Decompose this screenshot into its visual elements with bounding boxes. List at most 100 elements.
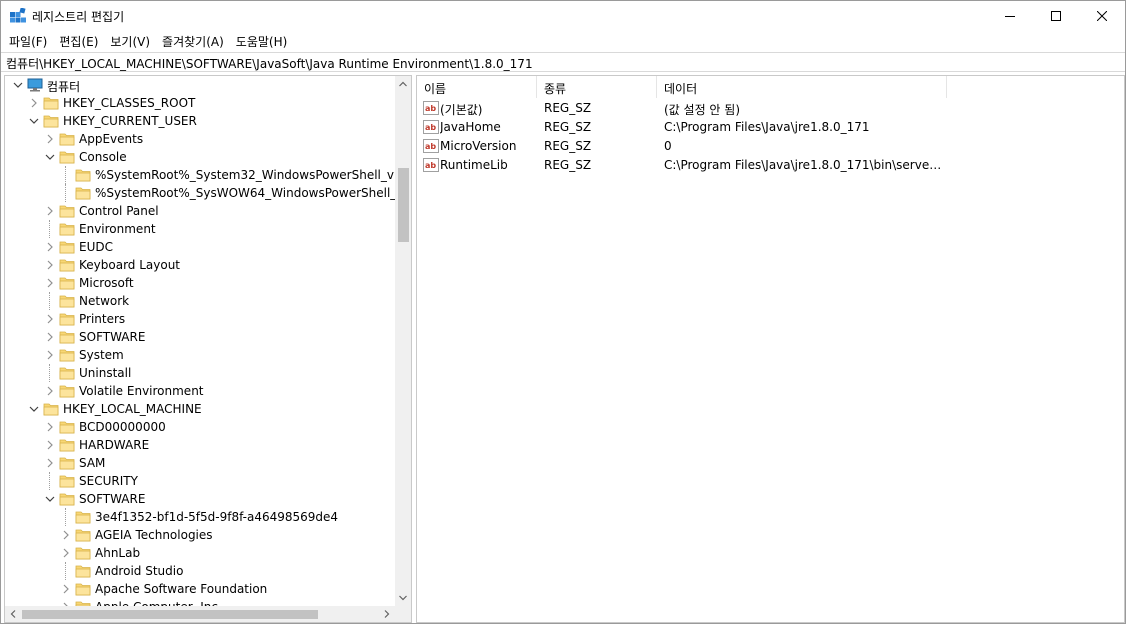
minimize-button[interactable]	[987, 1, 1033, 31]
tree-connector	[49, 364, 50, 382]
scroll-left-icon[interactable]	[5, 606, 21, 622]
scroll-right-icon[interactable]	[379, 606, 395, 622]
tree-item[interactable]: Console	[5, 148, 395, 166]
tree-item[interactable]: Microsoft	[5, 274, 395, 292]
menu-file[interactable]: 파일(F)	[4, 31, 54, 51]
tree-item[interactable]: Apple Computer, Inc.	[5, 598, 395, 606]
folder-icon	[75, 583, 91, 596]
chevron-right-icon[interactable]	[45, 134, 55, 144]
menu-view[interactable]: 보기(V)	[105, 31, 157, 51]
value-row[interactable]: ab MicroVersion REG_SZ 0	[417, 137, 1124, 156]
tree-item[interactable]: AhnLab	[5, 544, 395, 562]
chevron-right-icon[interactable]	[45, 332, 55, 342]
chevron-right-icon[interactable]	[29, 98, 39, 108]
chevron-down-icon[interactable]	[13, 80, 23, 90]
chevron-right-icon[interactable]	[61, 548, 71, 558]
chevron-right-icon[interactable]	[45, 242, 55, 252]
title-bar[interactable]: 레지스트리 편집기	[1, 1, 1125, 31]
tree-item[interactable]: SECURITY	[5, 472, 395, 490]
tree-item[interactable]: HARDWARE	[5, 436, 395, 454]
folder-icon	[75, 169, 91, 182]
value-row[interactable]: ab JavaHome REG_SZ C:\Program Files\Java\jr…	[417, 118, 1124, 137]
tree-item[interactable]: SOFTWARE	[5, 490, 395, 508]
tree-item[interactable]: HKEY_CURRENT_USER	[5, 112, 395, 130]
tree-item[interactable]: Control Panel	[5, 202, 395, 220]
column-header-type[interactable]: 종류	[537, 76, 657, 98]
tree-item[interactable]: Uninstall	[5, 364, 395, 382]
chevron-right-icon[interactable]	[45, 350, 55, 360]
tree-item[interactable]: Network	[5, 292, 395, 310]
tree-item-label: 컴퓨터	[47, 80, 81, 94]
key-tree: 컴퓨터 HKEY_CLASSES_ROOT HKEY_CURRENT_USER App…	[5, 76, 395, 606]
chevron-down-icon[interactable]	[45, 152, 55, 162]
folder-icon	[59, 313, 75, 326]
menu-help[interactable]: 도움말(H)	[231, 31, 295, 51]
folder-icon	[59, 493, 75, 506]
chevron-right-icon[interactable]	[45, 206, 55, 216]
tree-item[interactable]: %SystemRoot%_System32_WindowsPowerShell_…	[5, 166, 395, 184]
chevron-down-icon[interactable]	[29, 404, 39, 414]
folder-icon	[59, 151, 75, 164]
tree-item[interactable]: 컴퓨터	[5, 76, 395, 94]
chevron-right-icon[interactable]	[45, 422, 55, 432]
tree-item[interactable]: AppEvents	[5, 130, 395, 148]
maximize-button[interactable]	[1033, 1, 1079, 31]
tree-item-label: %SystemRoot%_System32_WindowsPowerShell_…	[95, 168, 395, 182]
chevron-right-icon[interactable]	[45, 386, 55, 396]
tree-item[interactable]: 3e4f1352-bf1d-5f5d-9f8f-a46498569de4	[5, 508, 395, 526]
chevron-right-icon[interactable]	[45, 260, 55, 270]
value-row[interactable]: ab RuntimeLib REG_SZ C:\Program Files\Java\…	[417, 156, 1124, 175]
tree-item[interactable]: HKEY_LOCAL_MACHINE	[5, 400, 395, 418]
tree-vertical-scroll-thumb[interactable]	[398, 168, 409, 242]
chevron-right-icon[interactable]	[45, 314, 55, 324]
reg-sz-icon: ab	[423, 120, 439, 134]
menu-edit[interactable]: 편집(E)	[54, 31, 105, 51]
folder-icon	[75, 601, 91, 606]
tree-item[interactable]: %SystemRoot%_SysWOW64_WindowsPowerShell_…	[5, 184, 395, 202]
tree-item[interactable]: Environment	[5, 220, 395, 238]
tree-item-label: Volatile Environment	[79, 384, 204, 398]
value-data: 0	[664, 139, 672, 153]
value-row[interactable]: ab (기본값) REG_SZ (값 설정 안 됨)	[417, 99, 1124, 118]
tree-item[interactable]: SAM	[5, 454, 395, 472]
tree-item[interactable]: Volatile Environment	[5, 382, 395, 400]
close-button[interactable]	[1079, 1, 1125, 31]
tree-vertical-scrollbar[interactable]	[395, 76, 411, 606]
tree-horizontal-scroll-thumb[interactable]	[22, 610, 318, 619]
menu-favorites[interactable]: 즐겨찾기(A)	[157, 31, 231, 51]
tree-item[interactable]: BCD00000000	[5, 418, 395, 436]
registry-editor-window: 레지스트리 편집기 파일(F) 편집(E) 보기(V) 즐겨찾기(A) 도움말(…	[0, 0, 1126, 624]
value-name: (기본값)	[440, 103, 483, 117]
chevron-right-icon[interactable]	[61, 584, 71, 594]
chevron-down-icon[interactable]	[29, 116, 39, 126]
tree-item[interactable]: Android Studio	[5, 562, 395, 580]
scroll-down-icon[interactable]	[395, 590, 411, 606]
chevron-right-icon[interactable]	[61, 530, 71, 540]
svg-text:ab: ab	[425, 161, 436, 170]
tree-item[interactable]: EUDC	[5, 238, 395, 256]
scroll-up-icon[interactable]	[395, 76, 411, 92]
value-name: RuntimeLib	[440, 158, 508, 172]
address-bar[interactable]: 컴퓨터\HKEY_LOCAL_MACHINE\SOFTWARE\JavaSoft…	[1, 52, 1125, 72]
tree-horizontal-scrollbar[interactable]	[5, 606, 395, 622]
tree-item[interactable]: Keyboard Layout	[5, 256, 395, 274]
column-header-data[interactable]: 데이터	[657, 76, 947, 98]
scrollbar-corner	[395, 606, 411, 622]
address-path[interactable]: 컴퓨터\HKEY_LOCAL_MACHINE\SOFTWARE\JavaSoft…	[6, 55, 533, 72]
tree-item[interactable]: SOFTWARE	[5, 328, 395, 346]
tree-item[interactable]: System	[5, 346, 395, 364]
tree-item[interactable]: Apache Software Foundation	[5, 580, 395, 598]
chevron-down-icon[interactable]	[45, 494, 55, 504]
chevron-right-icon[interactable]	[45, 440, 55, 450]
value-name: JavaHome	[440, 120, 501, 134]
registry-editor-icon	[10, 8, 26, 23]
tree-item-label: AGEIA Technologies	[95, 528, 213, 542]
column-header-name[interactable]: 이름	[417, 76, 537, 98]
chevron-right-icon[interactable]	[45, 458, 55, 468]
tree-item[interactable]: AGEIA Technologies	[5, 526, 395, 544]
tree-item[interactable]: Printers	[5, 310, 395, 328]
folder-icon	[59, 133, 75, 146]
chevron-right-icon[interactable]	[45, 278, 55, 288]
tree-item[interactable]: HKEY_CLASSES_ROOT	[5, 94, 395, 112]
folder-icon	[59, 475, 75, 488]
